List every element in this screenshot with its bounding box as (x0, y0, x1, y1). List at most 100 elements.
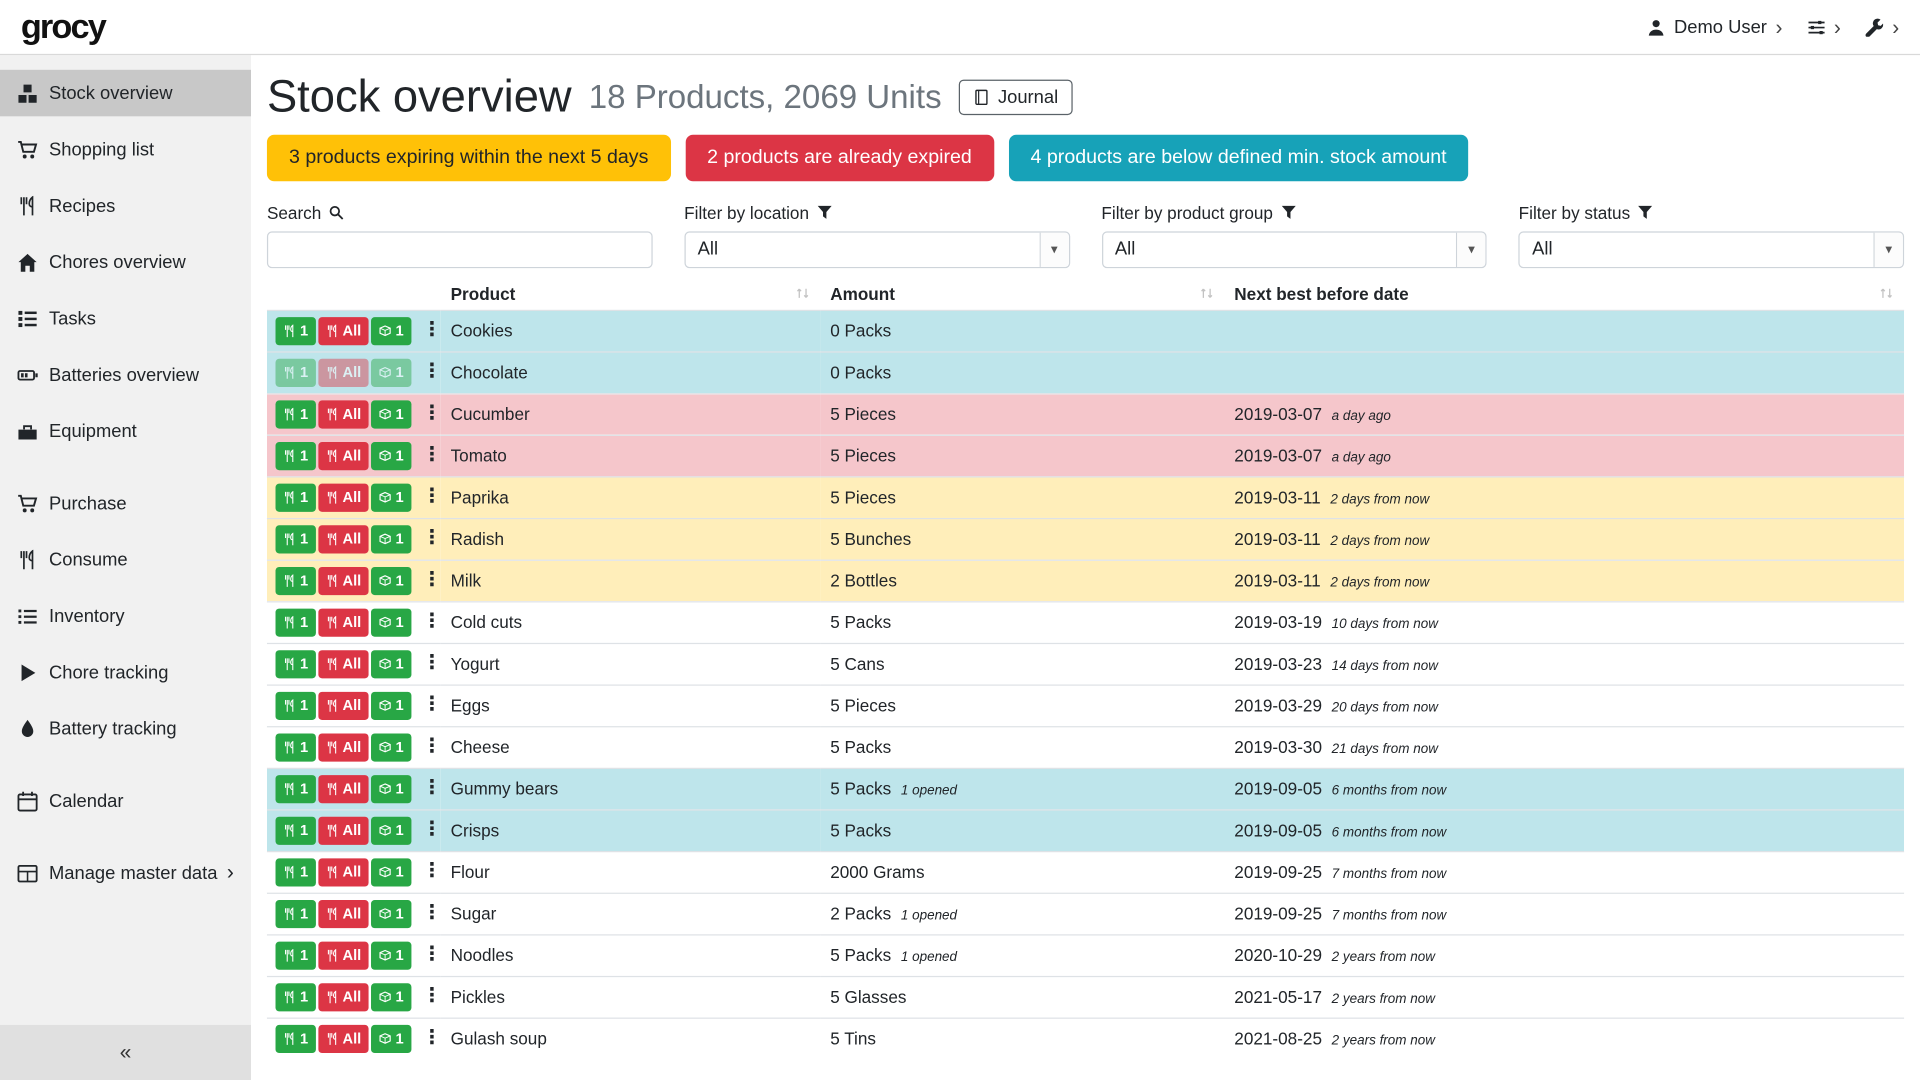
consume-one-button[interactable]: 1 (276, 442, 316, 470)
search-input[interactable] (267, 231, 652, 268)
consume-one-button[interactable]: 1 (276, 358, 316, 386)
user-menu[interactable]: Demo User › (1647, 17, 1782, 38)
consume-one-button[interactable]: 1 (276, 567, 316, 595)
alert-danger[interactable]: 2 products are already expired (685, 134, 994, 181)
row-menu-button[interactable]: ⋮ (422, 363, 441, 383)
row-menu-button[interactable]: ⋮ (422, 696, 441, 716)
open-one-button[interactable]: 1 (371, 858, 411, 886)
open-one-button[interactable]: 1 (371, 442, 411, 470)
consume-all-button[interactable]: All (318, 900, 369, 928)
consume-one-button[interactable]: 1 (276, 900, 316, 928)
location-filter-select[interactable]: All ▾ (684, 231, 1069, 268)
consume-one-button[interactable]: 1 (276, 983, 316, 1011)
sidebar-item-consume[interactable]: Consume (0, 536, 251, 583)
row-menu-button[interactable]: ⋮ (422, 821, 441, 841)
open-one-button[interactable]: 1 (371, 650, 411, 678)
row-menu-button[interactable]: ⋮ (422, 779, 441, 799)
open-one-button[interactable]: 1 (371, 525, 411, 553)
sidebar-item-chore-tracking[interactable]: Chore tracking (0, 649, 251, 696)
consume-all-button[interactable]: All (318, 1025, 369, 1053)
consume-one-button[interactable]: 1 (276, 775, 316, 803)
sidebar-item-inventory[interactable]: Inventory (0, 593, 251, 640)
row-menu-button[interactable]: ⋮ (422, 612, 441, 632)
row-menu-button[interactable]: ⋮ (422, 654, 441, 674)
consume-one-button[interactable]: 1 (276, 483, 316, 511)
consume-all-button[interactable]: All (318, 816, 369, 844)
consume-one-button[interactable]: 1 (276, 691, 316, 719)
consume-one-button[interactable]: 1 (276, 650, 316, 678)
consume-all-button[interactable]: All (318, 650, 369, 678)
consume-all-button[interactable]: All (318, 442, 369, 470)
row-menu-button[interactable]: ⋮ (422, 862, 441, 882)
open-one-button[interactable]: 1 (371, 567, 411, 595)
sidebar-item-equipment[interactable]: Equipment (0, 408, 251, 455)
row-menu-button[interactable]: ⋮ (422, 946, 441, 966)
consume-one-button[interactable]: 1 (276, 858, 316, 886)
consume-all-button[interactable]: All (318, 941, 369, 969)
consume-one-button[interactable]: 1 (276, 1025, 316, 1053)
sidebar-collapse-button[interactable]: « (0, 1025, 251, 1080)
consume-all-button[interactable]: All (318, 733, 369, 761)
open-one-button[interactable]: 1 (371, 317, 411, 345)
consume-one-button[interactable]: 1 (276, 941, 316, 969)
consume-one-button[interactable]: 1 (276, 608, 316, 636)
sidebar-item-calendar[interactable]: Calendar (0, 778, 251, 825)
consume-one-button[interactable]: 1 (276, 400, 316, 428)
sidebar-item-shopping-list[interactable]: Shopping list (0, 126, 251, 173)
consume-all-button[interactable]: All (318, 525, 369, 553)
product-column-header[interactable]: Product (441, 278, 821, 310)
consume-one-button[interactable]: 1 (276, 525, 316, 553)
product-group-filter-select[interactable]: All ▾ (1101, 231, 1486, 268)
row-menu-button[interactable]: ⋮ (422, 737, 441, 757)
status-filter-select[interactable]: All ▾ (1519, 231, 1904, 268)
sidebar-item-recipes[interactable]: Recipes (0, 182, 251, 229)
consume-all-button[interactable]: All (318, 317, 369, 345)
app-logo[interactable]: grocy (21, 7, 105, 46)
consume-all-button[interactable]: All (318, 775, 369, 803)
consume-all-button[interactable]: All (318, 358, 369, 386)
sidebar-item-tasks[interactable]: Tasks (0, 295, 251, 342)
open-one-button[interactable]: 1 (371, 733, 411, 761)
row-menu-button[interactable]: ⋮ (422, 488, 441, 508)
open-one-button[interactable]: 1 (371, 1025, 411, 1053)
row-menu-button[interactable]: ⋮ (422, 904, 441, 924)
sidebar-item-stock-overview[interactable]: Stock overview (0, 70, 251, 117)
open-one-button[interactable]: 1 (371, 900, 411, 928)
open-one-button[interactable]: 1 (371, 608, 411, 636)
alert-info[interactable]: 4 products are below defined min. stock … (1009, 134, 1469, 181)
open-one-button[interactable]: 1 (371, 691, 411, 719)
open-one-button[interactable]: 1 (371, 775, 411, 803)
consume-all-button[interactable]: All (318, 567, 369, 595)
consume-all-button[interactable]: All (318, 858, 369, 886)
open-one-button[interactable]: 1 (371, 941, 411, 969)
consume-one-button[interactable]: 1 (276, 317, 316, 345)
open-one-button[interactable]: 1 (371, 816, 411, 844)
consume-one-button[interactable]: 1 (276, 733, 316, 761)
best-before-column-header[interactable]: Next best before date (1224, 278, 1904, 310)
row-menu-button[interactable]: ⋮ (422, 1029, 441, 1049)
sidebar-item-manage-master-data[interactable]: Manage master data› (0, 850, 251, 897)
open-one-button[interactable]: 1 (371, 358, 411, 386)
consume-all-button[interactable]: All (318, 691, 369, 719)
sidebar-item-battery-tracking[interactable]: Battery tracking (0, 705, 251, 752)
row-menu-button[interactable]: ⋮ (422, 571, 441, 591)
row-menu-button[interactable]: ⋮ (422, 321, 441, 341)
amount-column-header[interactable]: Amount (820, 278, 1224, 310)
row-menu-button[interactable]: ⋮ (422, 987, 441, 1007)
consume-all-button[interactable]: All (318, 608, 369, 636)
sidebar-item-chores-overview[interactable]: Chores overview (0, 239, 251, 286)
admin-menu[interactable]: › (1865, 17, 1899, 38)
journal-button[interactable]: Journal (959, 79, 1073, 115)
consume-all-button[interactable]: All (318, 983, 369, 1011)
sidebar-item-batteries-overview[interactable]: Batteries overview (0, 351, 251, 398)
open-one-button[interactable]: 1 (371, 400, 411, 428)
row-menu-button[interactable]: ⋮ (422, 529, 441, 549)
open-one-button[interactable]: 1 (371, 983, 411, 1011)
consume-all-button[interactable]: All (318, 483, 369, 511)
sidebar-item-purchase[interactable]: Purchase (0, 480, 251, 527)
settings-menu[interactable]: › (1807, 17, 1841, 38)
open-one-button[interactable]: 1 (371, 483, 411, 511)
alert-warning[interactable]: 3 products expiring within the next 5 da… (267, 134, 670, 181)
consume-one-button[interactable]: 1 (276, 816, 316, 844)
row-menu-button[interactable]: ⋮ (422, 446, 441, 466)
